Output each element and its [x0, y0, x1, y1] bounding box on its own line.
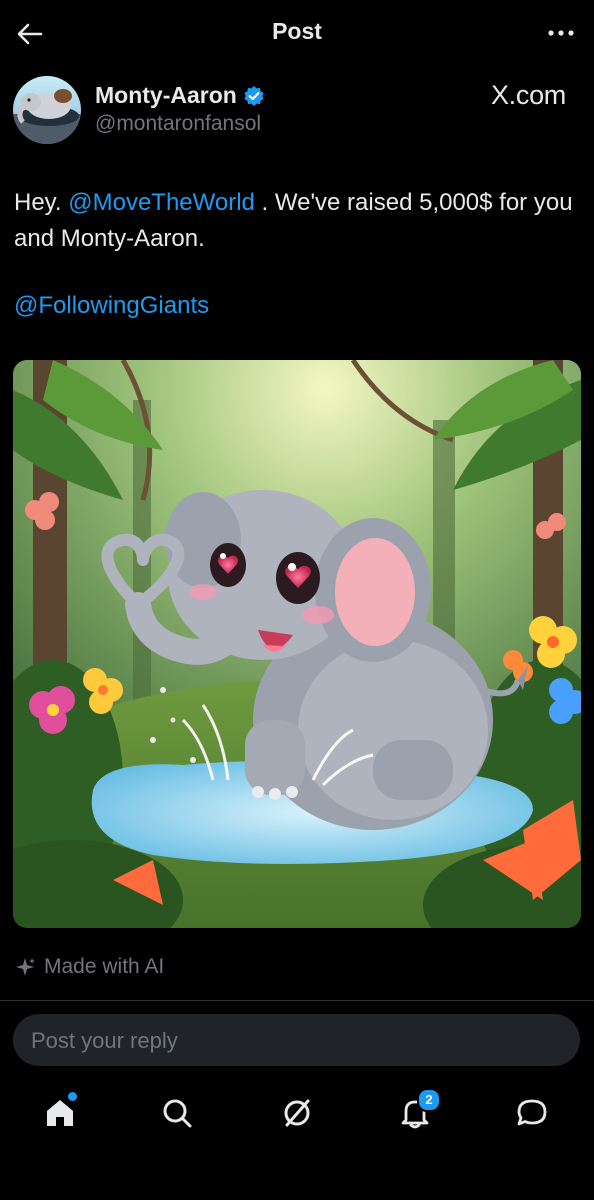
post-text-prefix: Hey.	[14, 189, 69, 216]
search-icon	[163, 1099, 192, 1128]
divider	[0, 1000, 594, 1001]
made-with-ai-label: Made with AI	[14, 955, 164, 979]
tab-search[interactable]	[145, 1096, 209, 1156]
grok-icon	[284, 1099, 310, 1127]
author-handle[interactable]: @montaronfansol	[95, 112, 261, 136]
mention-following-giants[interactable]: @FollowingGiants	[14, 292, 209, 320]
home-icon	[47, 1100, 73, 1126]
made-with-ai-text: Made with AI	[44, 955, 165, 978]
tab-home[interactable]	[28, 1092, 92, 1156]
message-icon	[517, 1099, 547, 1126]
more-button[interactable]	[544, 18, 578, 48]
elephant-avatar-icon	[13, 76, 81, 144]
mention-move-the-world[interactable]: @MoveTheWorld	[68, 189, 255, 216]
reply-placeholder: Post your reply	[31, 1028, 178, 1053]
notifications-badge: 2	[417, 1088, 441, 1112]
home-notification-dot	[68, 1092, 77, 1101]
post-image[interactable]	[13, 360, 581, 928]
page-title: Post	[272, 18, 322, 44]
avatar[interactable]	[13, 76, 81, 144]
post-header: Post	[0, 0, 594, 66]
bottom-tab-bar: 2	[0, 1080, 594, 1200]
more-horizontal-icon	[548, 30, 574, 36]
tab-notifications[interactable]: 2	[383, 1088, 447, 1156]
verified-badge-icon	[244, 85, 264, 106]
sparkle-icon	[16, 958, 35, 976]
author-name[interactable]: Monty-Aaron	[95, 82, 237, 109]
source-watermark: X.com	[490, 80, 566, 110]
tab-messages[interactable]	[500, 1096, 564, 1156]
author-name-row: Monty-Aaron	[95, 82, 265, 109]
cartoon-elephant-jungle-image	[13, 360, 581, 928]
tab-grok[interactable]	[265, 1096, 329, 1156]
post-text: Hey. @MoveTheWorld . We've raised 5,000$…	[14, 185, 574, 257]
reply-input[interactable]: Post your reply	[13, 1014, 580, 1066]
